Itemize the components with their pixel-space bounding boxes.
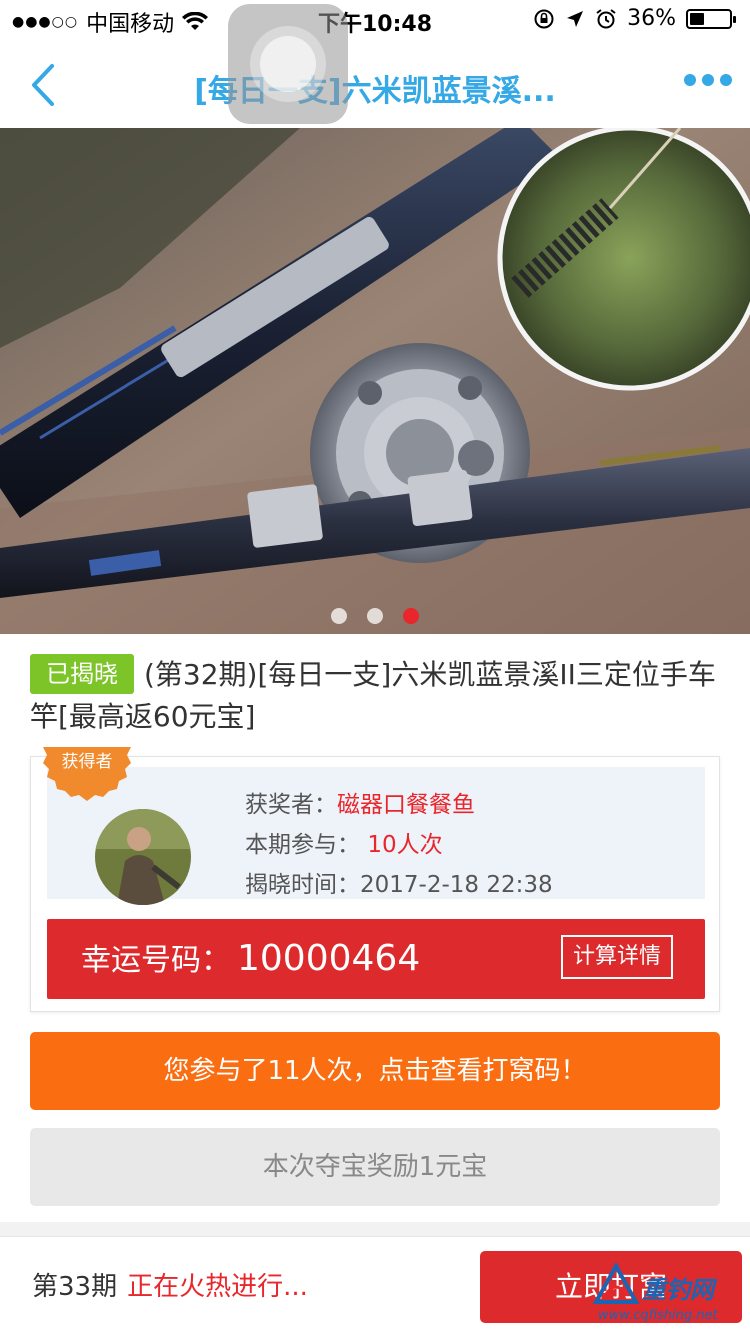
battery-icon: [686, 8, 736, 29]
section-divider: [0, 1222, 750, 1236]
watermark-logo-icon: [592, 1262, 640, 1304]
lucky-number-value: 10000464: [237, 938, 421, 979]
status-right: 36%: [533, 6, 736, 31]
pager-dot[interactable]: [367, 608, 383, 624]
banner-pager: [0, 608, 750, 624]
battery-fill: [690, 12, 704, 25]
product-banner[interactable]: [0, 128, 750, 634]
more-dot-icon: [702, 74, 714, 86]
winner-details: 获奖者：磁器口餐餐鱼 本期参与： 10人次 揭晓时间：2017-2-18 22:…: [245, 785, 553, 905]
reveal-time-value: 2017-2-18 22:38: [360, 872, 553, 898]
avatar[interactable]: [95, 809, 191, 905]
view-codes-button[interactable]: 您参与了11人次，点击查看打窝码！: [30, 1032, 720, 1110]
battery-percent: 36%: [627, 6, 676, 31]
more-dot-icon: [720, 74, 732, 86]
winner-badge-label: 获得者: [62, 752, 113, 772]
reveal-time-label: 揭晓时间：: [245, 872, 360, 898]
lucky-number-row: 幸运号码： 10000464: [81, 939, 420, 981]
next-period-info[interactable]: 第33期 正在火热进行...: [32, 1267, 308, 1307]
winner-label: 获奖者：: [245, 792, 337, 818]
back-button[interactable]: [20, 60, 70, 110]
reveal-time-row: 揭晓时间：2017-2-18 22:38: [245, 865, 553, 905]
lucky-number-label: 幸运号码：: [81, 943, 231, 978]
status-tag: 已揭晓: [30, 654, 134, 694]
chevron-left-icon: [32, 64, 54, 106]
watermark-brand: 重钓网: [642, 1276, 714, 1304]
avatar-image: [95, 809, 191, 905]
watermark: 重钓网 www.cqfishing.net: [592, 1262, 750, 1332]
winner-row: 获奖者：磁器口餐餐鱼: [245, 785, 553, 825]
page-title: [每日一支]六米凯蓝景溪...: [194, 74, 556, 109]
participation-value: 10人次: [367, 832, 443, 858]
nav-bar: [每日一支]六米凯蓝景溪...: [0, 40, 750, 128]
pager-dot[interactable]: [331, 608, 347, 624]
winner-name[interactable]: 磁器口餐餐鱼: [337, 792, 475, 818]
winner-info: 获奖者：磁器口餐餐鱼 本期参与： 10人次 揭晓时间：2017-2-18 22:…: [47, 767, 705, 905]
winner-card: 获奖者：磁器口餐餐鱼 本期参与： 10人次 揭晓时间：2017-2-18 22:…: [30, 747, 720, 1012]
assistive-touch-button[interactable]: [228, 4, 348, 124]
assistive-ring-inner: [260, 36, 316, 92]
pager-dot[interactable]: [403, 608, 419, 624]
more-button[interactable]: [684, 74, 732, 86]
period-status: 正在火热进行...: [127, 1272, 308, 1302]
status-bar: ●●●○○ 中国移动 下午10:48 36%: [0, 0, 750, 40]
winner-badge-icon: 获得者: [43, 747, 131, 801]
calc-details-button[interactable]: 计算详情: [560, 935, 673, 979]
reward-info-button: 本次夺宝奖励1元宝: [30, 1128, 720, 1206]
watermark-url: www.cqfishing.net: [598, 1308, 718, 1323]
lucky-number-bar: 幸运号码： 10000464 计算详情: [47, 919, 705, 999]
participation-row: 本期参与： 10人次: [245, 825, 553, 865]
period-label: 第33期: [32, 1272, 118, 1302]
participation-label: 本期参与：: [245, 832, 360, 858]
product-photo: [0, 128, 750, 634]
more-dot-icon: [684, 74, 696, 86]
product-title-area: 已揭晓 (第32期)[每日一支]六米凯蓝景溪II三定位手车竿[最高返60元宝]: [30, 654, 720, 738]
alarm-icon: [596, 8, 616, 28]
location-icon: [567, 10, 584, 27]
rotation-lock-icon: [534, 9, 554, 28]
